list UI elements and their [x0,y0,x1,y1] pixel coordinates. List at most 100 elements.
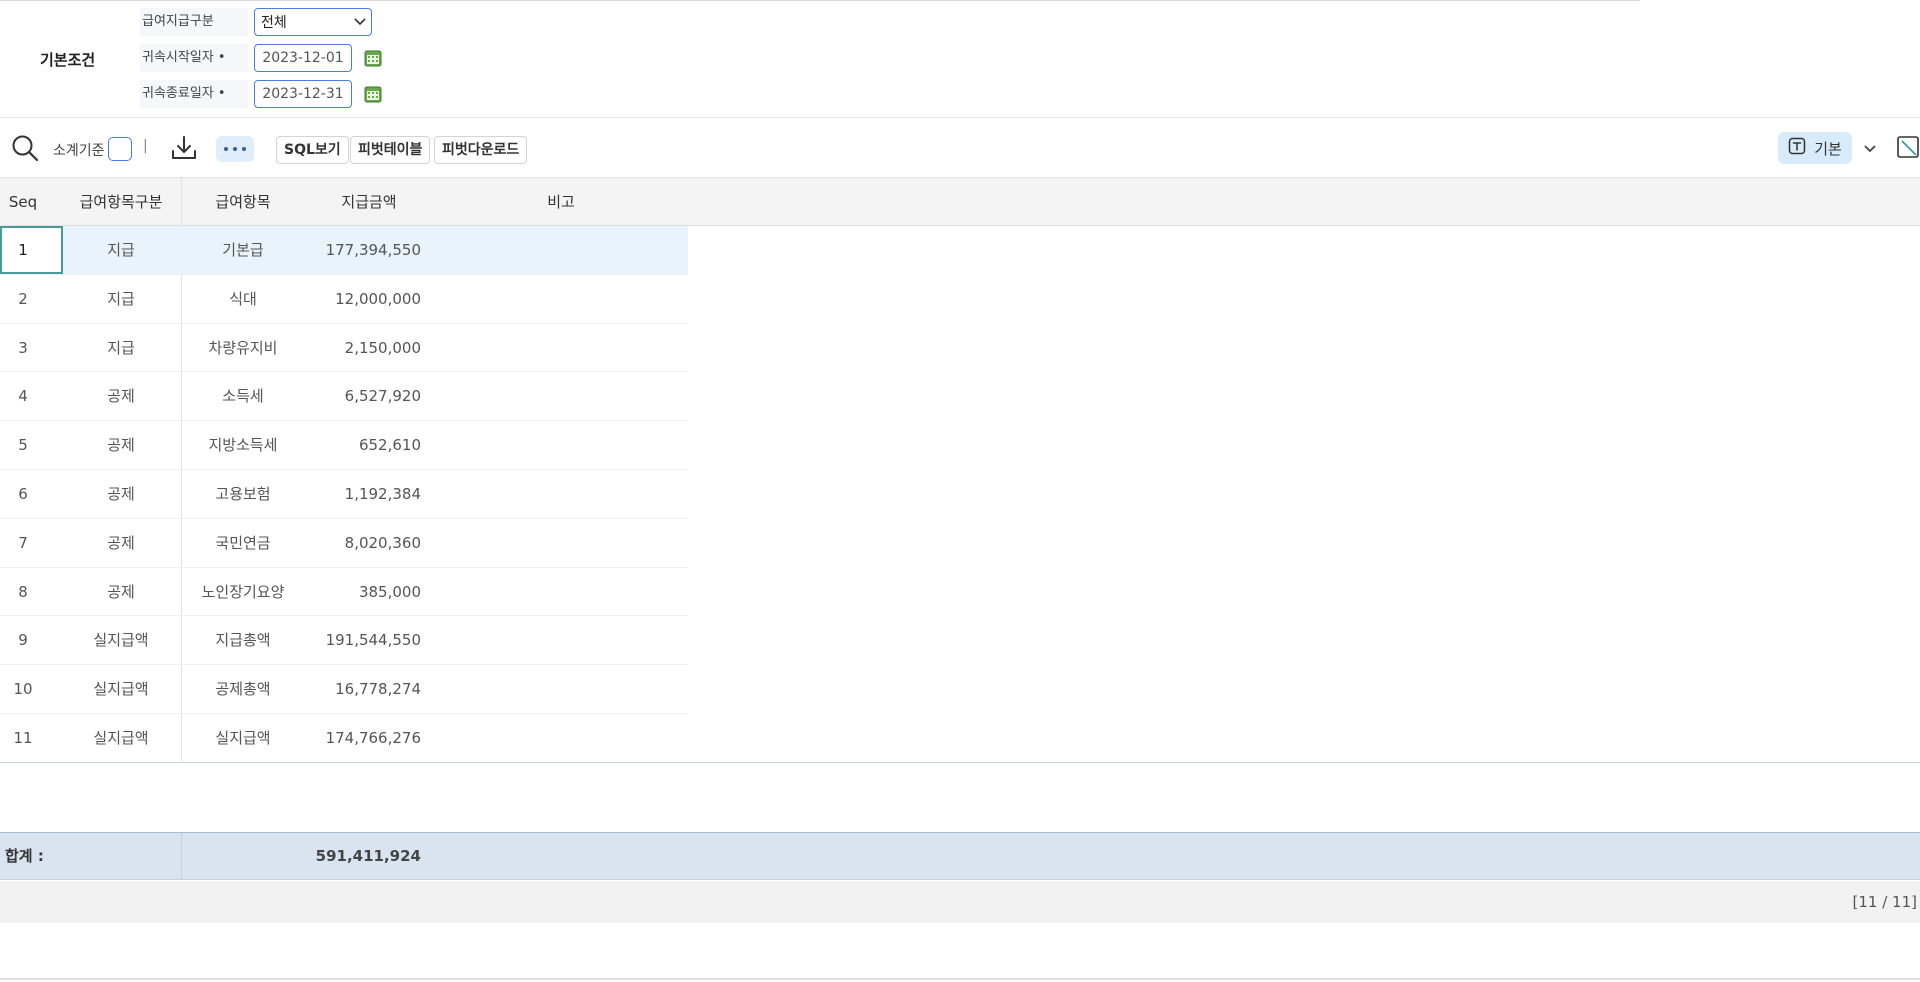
sql-view-button[interactable]: SQL보기 [276,136,349,164]
subtotal-checkbox[interactable] [108,137,132,161]
header-amount[interactable]: 지급금액 [318,178,420,226]
header-seq[interactable]: Seq [0,178,46,226]
payroll-grid: Seq 급여항목구분 급여항목 지급금액 비고 1 지급 기본급 177,394… [0,178,1920,763]
search-conditions-panel: 기본조건 급여지급구분 전체 귀속시작일자 • 2023-12-01 귀속종료일… [0,0,1920,118]
start-date-label: 귀속시작일자 • [140,44,248,72]
cell-amount: 1,192,384 [344,485,421,503]
pay-type-label: 급여지급구분 [140,8,248,36]
table-row[interactable]: 3 지급 차량유지비 2,150,000 [0,324,688,373]
end-date-label: 귀속종료일자 • [140,80,248,108]
table-row[interactable]: 4 공제 소득세 6,527,920 [0,372,688,422]
cell-seq: 6 [18,485,28,503]
header-item[interactable]: 급여항목 [182,178,304,226]
cell-category: 실지급액 [93,729,149,747]
cell-item: 실지급액 [215,729,271,747]
sum-label: 합계 : [5,847,44,865]
sum-footer-row: 합계 : 591,411,924 [0,832,1920,880]
cell-item: 노인장기요양 [201,582,285,601]
chevron-down-icon[interactable] [1860,138,1880,158]
table-row[interactable]: 5 공제 지방소득세 652,610 [0,421,688,470]
pivot-table-button[interactable]: 피벗테이블 [350,136,431,164]
cell-seq: 8 [18,582,28,601]
table-row[interactable]: 6 공제 고용보험 1,192,384 [0,470,688,519]
cell-item: 지방소득세 [208,436,278,455]
basic-layout-button[interactable]: 기본 [1778,132,1852,164]
cell-category: 공제 [107,387,135,406]
cell-seq: 2 [18,289,28,308]
cell-item: 차량유지비 [208,338,278,357]
pay-type-select[interactable]: 전체 [254,8,372,36]
bottom-divider [0,978,1920,980]
basic-layout-label: 기본 [1814,139,1842,158]
cell-seq: 1 [18,241,28,259]
cell-category: 공제 [107,582,135,601]
table-row[interactable]: 10 실지급액 공제총액 16,778,274 [0,665,688,714]
cell-seq: 7 [18,533,28,552]
cell-seq: 5 [18,436,28,455]
pivot-download-button[interactable]: 피벗다운로드 [434,136,528,164]
table-row[interactable]: 7 공제 국민연금 8,020,360 [0,519,688,568]
row-count: [11 / 11] [1852,893,1917,911]
table-row[interactable]: 9 실지급액 지급총액 191,544,550 [0,616,688,666]
cell-seq: 3 [18,338,28,357]
cell-category: 지급 [107,289,135,308]
cell-category: 지급 [107,241,135,259]
text-frame-icon [1788,137,1806,159]
cell-category: 공제 [107,533,135,552]
cell-item: 식대 [229,289,257,308]
cell-item: 기본급 [222,241,264,259]
more-icon[interactable] [216,136,254,162]
cell-amount: 12,000,000 [335,289,421,308]
cell-item: 소득세 [222,387,264,406]
calendar-icon[interactable] [364,85,382,103]
sum-value: 591,411,924 [315,847,421,865]
chevron-down-icon [349,9,371,35]
top-divider [0,0,1640,1]
cell-amount: 191,544,550 [325,631,421,650]
sum-divider [181,833,182,879]
cell-seq: 4 [18,387,28,406]
cell-amount: 177,394,550 [325,241,421,259]
table-row[interactable]: 11 실지급액 실지급액 174,766,276 [0,714,688,763]
cell-seq: 9 [18,631,28,650]
cell-amount: 2,150,000 [344,338,421,357]
cell-item: 고용보험 [215,485,271,503]
start-date-input[interactable]: 2023-12-01 [254,44,352,72]
cell-item: 국민연금 [215,533,271,552]
end-date-input[interactable]: 2023-12-31 [254,80,352,108]
search-icon[interactable] [10,133,40,163]
cell-amount: 652,610 [358,436,421,455]
conditions-title: 기본조건 [40,51,96,69]
table-row[interactable]: 8 공제 노인장기요양 385,000 [0,568,688,617]
cell-seq: 10 [13,680,33,699]
cell-category: 공제 [107,436,135,455]
download-icon[interactable] [170,134,198,162]
cell-category: 공제 [107,485,135,503]
grid-header: Seq 급여항목구분 급여항목 지급금액 비고 [0,178,1920,226]
pay-type-value: 전체 [261,15,287,31]
cell-seq: 11 [13,729,33,747]
header-category[interactable]: 급여항목구분 [62,178,180,226]
cell-amount: 8,020,360 [344,533,421,552]
start-date-row: 귀속시작일자 • 2023-12-01 [140,43,382,73]
subtotal-label: 소계기준 [53,143,105,159]
grid-toolbar: 소계기준 | SQL보기 피벗테이블 피벗다운로드 기본 [0,118,1920,178]
cell-amount: 16,778,274 [335,680,421,699]
calendar-icon[interactable] [364,49,382,67]
expand-icon[interactable] [1896,134,1920,160]
cell-amount: 174,766,276 [325,729,421,747]
table-row[interactable]: 2 지급 식대 12,000,000 [0,275,688,324]
cell-category: 실지급액 [93,631,149,650]
cell-amount: 6,527,920 [344,387,421,406]
cell-category: 지급 [107,338,135,357]
cell-category: 실지급액 [93,680,149,699]
table-row[interactable]: 1 지급 기본급 177,394,550 [0,226,688,275]
cell-amount: 385,000 [358,582,421,601]
row-count-bar: [11 / 11] [0,881,1920,923]
cell-item: 공제총액 [215,680,271,699]
toolbar-separator: | [143,138,148,154]
cell-item: 지급총액 [215,631,271,650]
pay-type-row: 급여지급구분 전체 [140,7,372,37]
end-date-row: 귀속종료일자 • 2023-12-31 [140,79,382,109]
header-remarks[interactable]: 비고 [500,178,622,226]
